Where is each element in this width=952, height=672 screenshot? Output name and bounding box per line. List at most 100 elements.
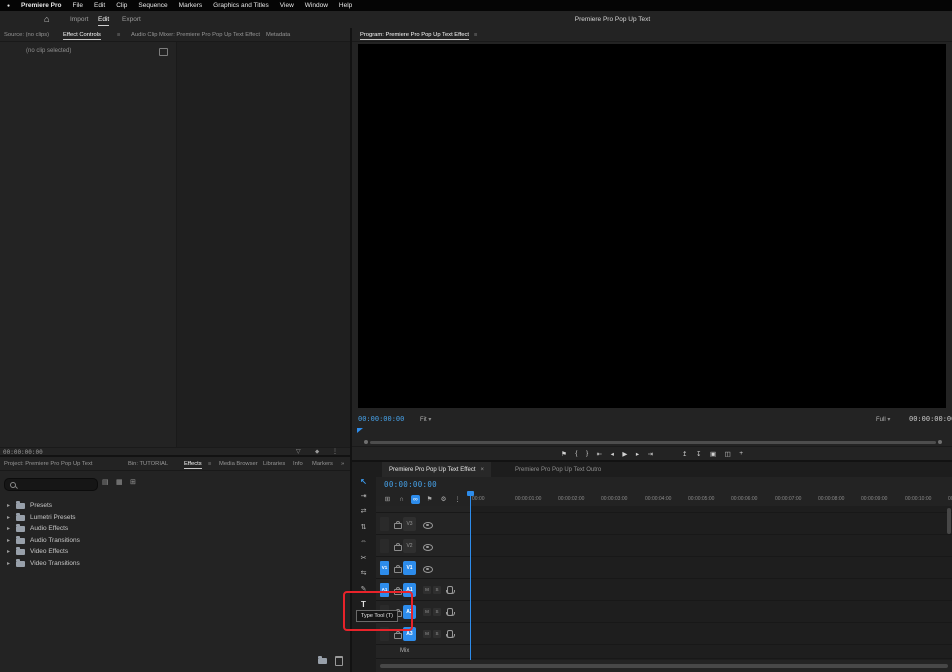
- lock-icon[interactable]: [394, 565, 402, 573]
- filter-icon[interactable]: ▽: [296, 448, 301, 455]
- menu-view[interactable]: View: [280, 2, 294, 9]
- tab-export[interactable]: Export: [122, 16, 141, 23]
- mark-out-icon[interactable]: }: [586, 450, 588, 457]
- solo-button[interactable]: S: [433, 630, 441, 638]
- export-frame-icon[interactable]: ▣: [710, 450, 716, 458]
- step-forward-icon[interactable]: ▸: [636, 450, 639, 458]
- tab-overflow-icon[interactable]: »: [341, 461, 344, 467]
- tab-libraries[interactable]: Libraries: [263, 461, 285, 467]
- horizontal-scrollbar[interactable]: [380, 664, 948, 668]
- menu-window[interactable]: Window: [305, 2, 328, 9]
- tab-media-browser[interactable]: Media Browser: [219, 461, 258, 467]
- tab-metadata[interactable]: Metadata: [266, 32, 290, 38]
- extract-icon[interactable]: ↧: [696, 450, 701, 458]
- solo-button[interactable]: S: [433, 608, 441, 616]
- toggle-track-output-icon[interactable]: [423, 566, 433, 573]
- chevron-right-icon[interactable]: ▸: [7, 514, 10, 521]
- track-row-a2[interactable]: A2 M S: [376, 601, 952, 623]
- menu-sequence[interactable]: Sequence: [138, 2, 167, 9]
- voiceover-record-icon[interactable]: [445, 608, 455, 616]
- vertical-scrollbar[interactable]: [947, 508, 951, 534]
- list-item[interactable]: ▸ Presets: [0, 500, 350, 512]
- keyframe-icon[interactable]: ◆: [315, 449, 319, 455]
- button-editor-icon[interactable]: +: [739, 450, 743, 457]
- zoom-scroll-handle-right[interactable]: [938, 440, 942, 444]
- track-row-a1[interactable]: A1 A1 M S: [376, 579, 952, 601]
- source-patch-button[interactable]: [380, 539, 389, 553]
- options-icon[interactable]: ⋮: [332, 448, 338, 455]
- list-item[interactable]: ▸ Video Effects: [0, 546, 350, 558]
- list-item[interactable]: ▸ Video Transitions: [0, 558, 350, 570]
- zoom-scroll-handle-left[interactable]: [364, 440, 368, 444]
- solo-button[interactable]: S: [433, 586, 441, 594]
- tab-effect-controls[interactable]: Effect Controls: [63, 32, 101, 40]
- add-marker-icon[interactable]: ⚑: [425, 495, 434, 504]
- list-view-icon[interactable]: ▤: [102, 478, 109, 486]
- panel-menu-icon[interactable]: ≡: [117, 32, 120, 38]
- tab-effects[interactable]: Effects: [184, 461, 202, 469]
- playback-resolution-dropdown[interactable]: Full ▾: [876, 416, 890, 423]
- comparison-view-icon[interactable]: ◫: [725, 450, 731, 458]
- playhead-handle[interactable]: [467, 491, 474, 496]
- icon-view-icon[interactable]: ▦: [116, 478, 123, 486]
- chevron-right-icon[interactable]: ▸: [7, 560, 10, 567]
- menu-premiere-pro[interactable]: Premiere Pro: [21, 2, 61, 9]
- program-timecode[interactable]: 00:00:00:00: [358, 415, 404, 423]
- go-to-out-icon[interactable]: ⇥: [648, 450, 653, 458]
- nest-toggle-icon[interactable]: ⊞: [383, 495, 392, 504]
- lock-icon[interactable]: [394, 521, 402, 529]
- new-bin-icon[interactable]: [318, 656, 327, 664]
- toggle-track-output-icon[interactable]: [423, 544, 433, 551]
- tab-info[interactable]: Info: [293, 461, 303, 467]
- add-marker-icon[interactable]: ⚑: [561, 450, 567, 458]
- program-mini-ruler[interactable]: [352, 426, 952, 438]
- panel-menu-icon[interactable]: ≡: [474, 32, 477, 38]
- track-target-button[interactable]: V1: [403, 561, 416, 575]
- tab-import[interactable]: Import: [70, 16, 88, 23]
- search-input[interactable]: [17, 479, 97, 490]
- list-item[interactable]: ▸ Audio Transitions: [0, 535, 350, 547]
- tab-program-monitor[interactable]: Program: Premiere Pro Pop Up Text Effect: [360, 32, 470, 40]
- lock-icon[interactable]: [394, 631, 402, 639]
- zoom-level-dropdown[interactable]: Fit ▾: [420, 416, 431, 423]
- menu-file[interactable]: File: [73, 2, 83, 9]
- snap-icon[interactable]: ∩: [397, 495, 406, 504]
- chevron-right-icon[interactable]: ▸: [7, 548, 10, 555]
- delete-icon[interactable]: [335, 656, 343, 666]
- track-row-v3[interactable]: V3: [376, 513, 952, 535]
- new-custom-bin-icon[interactable]: ⊞: [130, 478, 136, 486]
- track-target-button[interactable]: V2: [403, 539, 416, 553]
- zoom-scrollbar[interactable]: [370, 440, 936, 444]
- timeline-ruler[interactable]: 00:00 00:00:01:00 00:00:02:00 00:00:03:0…: [470, 493, 952, 507]
- voiceover-record-icon[interactable]: [445, 630, 455, 638]
- mute-button[interactable]: M: [423, 630, 431, 638]
- close-icon[interactable]: ×: [480, 467, 484, 473]
- more-options-icon[interactable]: ⋮: [453, 495, 462, 504]
- track-row-v1[interactable]: V1 V1: [376, 557, 952, 579]
- lift-icon[interactable]: ↥: [682, 450, 687, 458]
- linked-selection-icon[interactable]: ∞: [411, 495, 420, 504]
- step-back-icon[interactable]: ◂: [611, 450, 614, 458]
- track-select-forward-tool[interactable]: ⇥: [352, 492, 375, 500]
- track-row-a3[interactable]: A3 M S: [376, 623, 952, 645]
- tab-bin-tutorial[interactable]: Bin: TUTORIAL: [128, 461, 168, 467]
- home-icon[interactable]: ⌂: [44, 14, 49, 24]
- mark-in-icon[interactable]: {: [575, 450, 577, 457]
- menu-edit[interactable]: Edit: [94, 2, 105, 9]
- mute-button[interactable]: M: [423, 586, 431, 594]
- source-patch-button[interactable]: [380, 517, 389, 531]
- track-row-mix[interactable]: Mix: [376, 645, 952, 659]
- razor-tool[interactable]: ✂: [352, 554, 375, 562]
- timeline-settings-icon[interactable]: ⚙: [439, 495, 448, 504]
- menu-help[interactable]: Help: [339, 2, 352, 9]
- program-playhead[interactable]: [357, 428, 363, 433]
- track-row-v2[interactable]: V2: [376, 535, 952, 557]
- track-target-button[interactable]: V3: [403, 517, 416, 531]
- play-icon[interactable]: ▶: [622, 450, 627, 458]
- chevron-right-icon[interactable]: ▸: [7, 537, 10, 544]
- tab-markers[interactable]: Markers: [312, 461, 333, 467]
- tab-sequence-active[interactable]: Premiere Pro Pop Up Text Effect ×: [382, 462, 491, 477]
- tab-audio-clip-mixer[interactable]: Audio Clip Mixer: Premiere Pro Pop Up Te…: [131, 32, 260, 38]
- rate-stretch-tool[interactable]: ⇔: [352, 538, 375, 545]
- lock-icon[interactable]: [394, 543, 402, 551]
